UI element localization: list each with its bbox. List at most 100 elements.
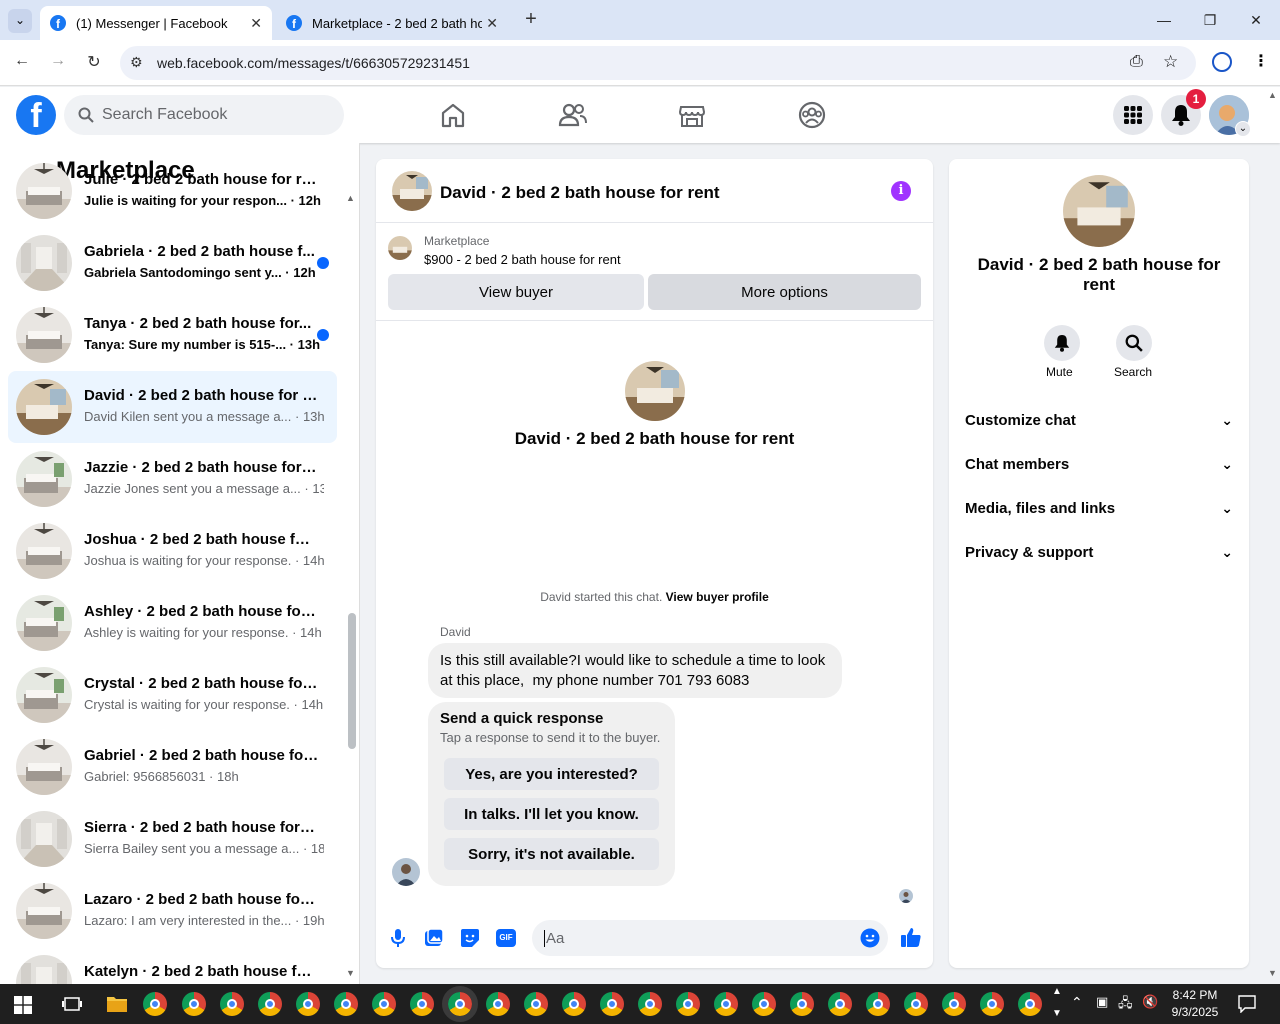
more-menu-icon[interactable]: ⋮ [1253, 51, 1269, 71]
taskbar-chrome-icon[interactable] [334, 992, 358, 1016]
close-tab-icon[interactable]: ✕ [250, 15, 262, 32]
conversation-item[interactable]: Gabriel · 2 bed 2 bath house for ... Gabr… [8, 731, 337, 803]
like-thumbs-up-icon[interactable] [900, 926, 922, 948]
message-input[interactable]: Aa [532, 920, 888, 956]
listing-text[interactable]: $900 - 2 bed 2 bath house for rent [424, 252, 621, 267]
clock[interactable]: 8:42 PM 9/3/2025 [1164, 987, 1226, 1021]
taskbar-chrome-icon[interactable] [752, 992, 776, 1016]
listing-thumbnail[interactable] [388, 236, 412, 260]
taskbar-chrome-icon[interactable] [904, 992, 928, 1016]
scroll-up-arrow-icon[interactable]: ▲ [346, 193, 355, 203]
chat-members-section[interactable]: Chat members ⌄ [965, 450, 1233, 478]
taskbar-chrome-icon[interactable] [866, 992, 890, 1016]
restore-window-button[interactable]: ❐ [1198, 8, 1222, 32]
view-buyer-button[interactable]: View buyer [388, 274, 644, 310]
marketplace-icon[interactable] [676, 99, 708, 131]
address-bar[interactable]: ⚙ web.facebook.com/messages/t/6663057292… [120, 46, 1196, 80]
customize-chat-section[interactable]: Customize chat ⌄ [965, 406, 1233, 434]
taskbar-chrome-icon[interactable] [524, 992, 548, 1016]
taskbar-chrome-icon[interactable] [372, 992, 396, 1016]
task-view-icon[interactable] [62, 995, 82, 1013]
conversation-item[interactable]: Gabriela · 2 bed 2 bath house f... Gabrie… [8, 227, 337, 299]
taskbar-chrome-icon[interactable] [296, 992, 320, 1016]
conversation-item[interactable]: Joshua · 2 bed 2 bath house for ... Joshu… [8, 515, 337, 587]
facebook-logo-icon[interactable]: f [16, 95, 56, 135]
taskbar-chrome-icon[interactable] [143, 992, 167, 1016]
network-icon[interactable]: 🖧 [1118, 994, 1133, 1016]
tab-search-button[interactable]: ⌄ [8, 9, 32, 33]
page-scroll-down-arrow-icon[interactable]: ▼ [1268, 968, 1277, 978]
taskbar-chrome-icon[interactable] [258, 992, 282, 1016]
conversation-info-button[interactable]: i [891, 181, 911, 201]
browser-tab-marketplace[interactable]: f Marketplace - 2 bed 2 bath hou ✕ [276, 6, 508, 40]
install-app-icon[interactable]: ⎙ [1130, 53, 1143, 71]
conversation-item[interactable]: Tanya · 2 bed 2 bath house for... Tanya: … [8, 299, 337, 371]
conversation-item[interactable]: Jazzie · 2 bed 2 bath house for r... Jazz… [8, 443, 337, 515]
scroll-down-arrow-icon[interactable]: ▼ [346, 968, 355, 978]
forward-icon[interactable]: → [47, 52, 69, 70]
chat-header-avatar[interactable] [392, 171, 432, 211]
quick-reply-in-talks-button[interactable]: In talks. I'll let you know. [444, 798, 659, 830]
menu-button[interactable] [1113, 95, 1153, 135]
profile-icon[interactable] [1212, 52, 1232, 72]
taskbar-chrome-icon[interactable] [942, 992, 966, 1016]
file-explorer-icon[interactable] [106, 994, 128, 1014]
taskbar-chrome-icon[interactable] [790, 992, 814, 1016]
quick-reply-not-available-button[interactable]: Sorry, it's not available. [444, 838, 659, 870]
conversation-item[interactable]: Ashley · 2 bed 2 bath house for ... Ashle… [8, 587, 337, 659]
taskbar-chrome-icon[interactable] [828, 992, 852, 1016]
facebook-search-input[interactable]: Search Facebook [64, 95, 344, 135]
close-tab-icon[interactable]: ✕ [486, 15, 498, 32]
conversation-item[interactable]: David · 2 bed 2 bath house for r... David… [8, 371, 337, 443]
taskbar-scroll-up-icon[interactable]: ▲ [1052, 986, 1062, 997]
photo-attach-icon[interactable] [424, 928, 444, 948]
message-bubble[interactable]: Is this still available?I would like to … [428, 643, 842, 698]
taskbar-chrome-icon[interactable] [600, 992, 624, 1016]
conversation-item[interactable]: Crystal · 2 bed 2 bath house for ... Crys… [8, 659, 337, 731]
friends-icon[interactable] [557, 99, 589, 131]
sender-avatar[interactable] [392, 858, 420, 886]
chat-title[interactable]: David · 2 bed 2 bath house for rent [440, 183, 720, 203]
home-icon[interactable] [437, 99, 469, 131]
taskbar-chrome-icon[interactable] [220, 992, 244, 1016]
taskbar-chrome-icon[interactable] [676, 992, 700, 1016]
notification-center-icon[interactable] [1238, 995, 1256, 1013]
privacy-support-section[interactable]: Privacy & support ⌄ [965, 538, 1233, 566]
microphone-icon[interactable] [388, 928, 408, 948]
back-icon[interactable]: ← [11, 52, 33, 70]
media-files-links-section[interactable]: Media, files and links ⌄ [965, 494, 1233, 522]
emoji-icon[interactable] [860, 928, 880, 948]
taskbar-chrome-icon[interactable] [182, 992, 206, 1016]
taskbar-chrome-icon[interactable] [1018, 992, 1042, 1016]
meet-now-icon[interactable]: ▣ [1096, 994, 1108, 1010]
gif-button[interactable]: GIF [496, 929, 516, 947]
volume-mute-icon[interactable]: 🔇 [1142, 994, 1158, 1010]
taskbar-chrome-icon[interactable] [714, 992, 738, 1016]
conversation-item[interactable]: Sierra · 2 bed 2 bath house for r... Sier… [8, 803, 337, 875]
taskbar-chrome-icon[interactable] [442, 986, 478, 1022]
info-avatar[interactable] [1063, 175, 1135, 247]
search-in-conversation-button[interactable] [1116, 325, 1152, 361]
view-buyer-profile-link[interactable]: View buyer profile [666, 590, 769, 604]
conversation-item[interactable]: Lazaro · 2 bed 2 bath house for r... Laza… [8, 875, 337, 947]
url-text[interactable]: web.facebook.com/messages/t/666305729231… [157, 55, 470, 71]
taskbar-chrome-icon[interactable] [562, 992, 586, 1016]
conversation-item[interactable]: Julie · 2 bed 2 bath house for rent Julie… [8, 155, 337, 227]
hidden-icons-chevron-icon[interactable]: ⌃ [1071, 994, 1083, 1011]
more-options-button[interactable]: More options [648, 274, 921, 310]
taskbar-chrome-icon[interactable] [638, 992, 662, 1016]
groups-icon[interactable] [796, 99, 828, 131]
taskbar-chrome-icon[interactable] [410, 992, 434, 1016]
account-chevron-icon[interactable]: ⌄ [1235, 121, 1251, 137]
windows-start-icon[interactable] [14, 996, 32, 1014]
page-scroll-up-arrow-icon[interactable]: ▲ [1268, 90, 1277, 100]
taskbar-chrome-icon[interactable] [486, 992, 510, 1016]
mute-button[interactable] [1044, 325, 1080, 361]
conversation-item[interactable]: Katelyn · 2 bed 2 bath house for...Katel… [8, 947, 337, 984]
reload-icon[interactable]: ↻ [83, 52, 105, 72]
close-window-button[interactable]: ✕ [1244, 8, 1268, 32]
site-info-icon[interactable]: ⚙ [130, 54, 143, 71]
taskbar-scroll-down-icon[interactable]: ▼ [1052, 1008, 1062, 1019]
minimize-window-button[interactable]: — [1152, 8, 1176, 32]
taskbar-chrome-icon[interactable] [980, 992, 1004, 1016]
